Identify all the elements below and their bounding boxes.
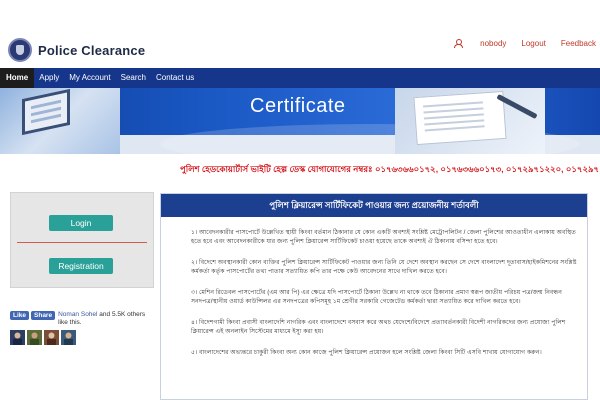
banner-document-image (395, 88, 545, 154)
divider (17, 242, 147, 243)
avatar[interactable] (44, 330, 59, 345)
avatar[interactable] (61, 330, 76, 345)
auth-box: Login Registration (10, 192, 154, 288)
facebook-like-text: Noman Sohel and 5.5K others like this. (58, 311, 156, 327)
facebook-like-button[interactable]: Like (10, 311, 30, 320)
nav-contact-us[interactable]: Contact us (151, 68, 199, 88)
condition-item: ৫। বাংলাদেশের অভ্যন্তরে চাকুরী কিংবা অন্… (191, 349, 542, 356)
tablet-icon (22, 88, 70, 136)
site-header: Police Clearance nobody Logout Feedback (0, 0, 600, 66)
feedback-link[interactable]: Feedback (561, 39, 596, 48)
condition-item: ২। বিদেশে অবস্থানকারী কোন ব্যক্তির পুলিশ… (191, 259, 577, 275)
top-links: nobody Logout Feedback (454, 39, 596, 48)
logout-link[interactable]: Logout (521, 39, 545, 48)
avatar[interactable] (27, 330, 42, 345)
nav-my-account[interactable]: My Account (64, 68, 115, 88)
conditions-panel: পুলিশ ক্লিয়ারেন্স সার্টিফিকেট পাওয়ার জ… (160, 193, 588, 400)
facebook-widget: Like Share Noman Sohel and 5.5K others lik… (10, 311, 160, 327)
banner-tablet-image (0, 88, 120, 154)
banner-title: Certificate (250, 95, 346, 117)
avatar[interactable] (10, 330, 25, 345)
condition-item: ৩। মেশিন রিডেবল পাসপোর্টের (এম আর পি) এর… (191, 289, 562, 305)
nav-home[interactable]: Home (0, 68, 35, 88)
police-logo-icon[interactable] (8, 38, 32, 62)
hotline-text: পুলিশ হেডকোয়ার্টার্স ভাইটি হেল্প ডেস্ক … (180, 164, 600, 174)
facebook-share-button[interactable]: Share (31, 311, 56, 320)
condition-item: ৪। বিদেশগামী কিংবা প্রবাসী বাংলাদেশি নাগ… (191, 319, 566, 335)
facebook-friend-name[interactable]: Noman Sohel (58, 311, 97, 318)
facebook-avatars (10, 330, 78, 345)
document-icon (413, 90, 507, 146)
nav-apply[interactable]: Apply (34, 68, 64, 88)
user-icon (454, 39, 464, 48)
registration-button[interactable]: Registration (49, 258, 113, 274)
conditions-title: পুলিশ ক্লিয়ারেন্স সার্টিফিকেট পাওয়ার জ… (161, 194, 587, 217)
brand-title[interactable]: Police Clearance (38, 43, 145, 58)
banner: Certificate (0, 88, 600, 154)
nav-search[interactable]: Search (116, 68, 151, 88)
main-nav: Home Apply My Account Search Contact us (0, 68, 600, 88)
page: Police Clearance nobody Logout Feedback … (0, 0, 600, 400)
login-button[interactable]: Login (49, 215, 113, 231)
user-link[interactable]: nobody (480, 39, 506, 48)
condition-item: ১। আবেদনকারীর পাসপোর্টে উল্লেখিত স্থায়ী… (191, 229, 576, 245)
